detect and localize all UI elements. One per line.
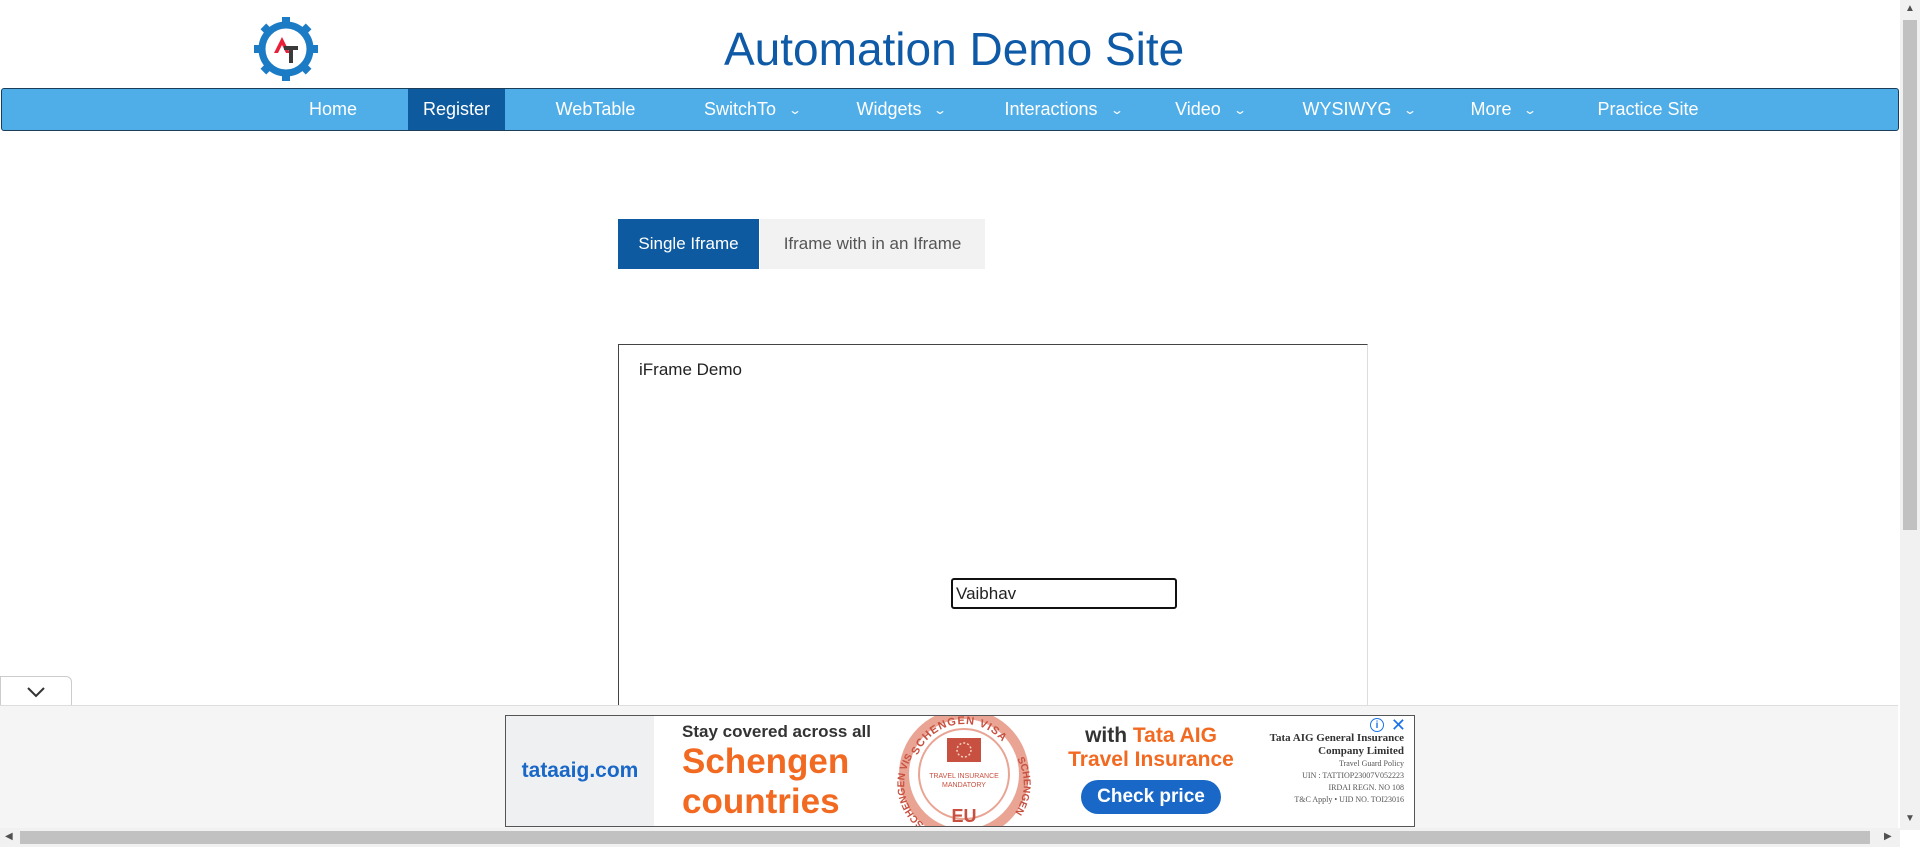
tab-single-iframe[interactable]: Single Iframe <box>618 219 759 269</box>
svg-text:SCHENGEN: SCHENGEN <box>1012 755 1032 817</box>
ad-collapse-toggle[interactable] <box>0 676 72 706</box>
nav-switchto[interactable]: SwitchTo ⌄ <box>692 89 812 130</box>
main-navbar: Home Register WebTable SwitchTo ⌄ Widgets… <box>1 88 1899 131</box>
ad-legal-policy: Travel Guard Policy <box>1338 759 1404 768</box>
ad-legal-company-2: Company Limited <box>1318 745 1404 757</box>
vertical-scroll-thumb[interactable] <box>1903 20 1917 530</box>
chevron-down-icon: ⌄ <box>1523 102 1538 117</box>
scroll-up-arrow-icon[interactable]: ▲ <box>1905 3 1915 14</box>
iframe-text-input[interactable] <box>951 578 1177 609</box>
ad-domain: tataaig.com <box>521 759 639 782</box>
ad-product: Travel Insurance <box>1068 748 1234 771</box>
chevron-down-icon <box>27 686 45 697</box>
nav-practice-site-label: Practice Site <box>1597 99 1699 119</box>
ad-headline: Stay covered across all Schengen countri… <box>682 722 912 822</box>
nav-widgets[interactable]: Widgets ⌄ <box>844 89 958 130</box>
vertical-scrollbar[interactable]: ▲ ▼ <box>1900 0 1920 830</box>
chevron-down-icon: ⌄ <box>787 102 803 117</box>
ad-domain-cell: tataaig.com <box>506 716 654 826</box>
nav-interactions[interactable]: Interactions ⌄ <box>992 89 1134 130</box>
site-title: Automation Demo Site <box>724 23 1185 75</box>
ad-check-price-button[interactable]: Check price <box>1081 780 1221 814</box>
iframe-title: iFrame Demo <box>639 360 742 379</box>
visa-stamp-icon: SCHENGEN VISA SCHENGEN VISA SCHENGEN TRA… <box>889 716 1032 826</box>
nav-home[interactable]: Home <box>292 89 374 130</box>
gear-logo-icon <box>254 17 318 81</box>
ad-close-icon[interactable]: ✕ <box>1391 716 1406 734</box>
ad-legal-uin: UIN : TATTIOP23007V052223 <box>1302 771 1404 780</box>
nav-more[interactable]: More ⌄ <box>1464 89 1542 130</box>
ad-line3: countries <box>682 782 840 821</box>
nav-video[interactable]: Video ⌄ <box>1166 89 1254 130</box>
nav-video-label: Video <box>1175 99 1221 119</box>
horizontal-scrollbar[interactable]: ◀ ▶ <box>0 828 1900 847</box>
ad-line1: Stay covered across all <box>682 722 872 741</box>
chevron-down-icon: ⌄ <box>933 102 948 117</box>
nav-webtable-label: WebTable <box>555 99 636 119</box>
ad-brand: Tata AIG <box>1132 724 1217 747</box>
ad-legal-tc: T&C Apply • UID NO. TOI23016 <box>1294 795 1404 804</box>
nav-home-label: Home <box>308 99 357 119</box>
nav-register[interactable]: Register <box>408 89 505 130</box>
chevron-down-icon: ⌄ <box>1109 102 1124 117</box>
scroll-right-arrow-icon[interactable]: ▶ <box>1884 831 1892 842</box>
chevron-down-icon: ⌄ <box>1232 102 1247 117</box>
nav-wysiwyg-label: WYSIWYG <box>1302 99 1392 119</box>
stamp-right-text: SCHENGEN <box>1012 755 1032 817</box>
ad-with-line: with Tata AIG <box>1051 724 1251 748</box>
nav-switchto-label: SwitchTo <box>703 99 776 119</box>
ad-legal-company-1: Tata AIG General Insurance <box>1269 732 1404 744</box>
ad-legal: Tata AIG General Insurance Company Limit… <box>1254 732 1404 806</box>
ad-with-prefix: with <box>1085 724 1133 747</box>
stamp-mid-text: TRAVEL INSURANCE <box>929 773 999 780</box>
nav-widgets-label: Widgets <box>856 99 922 119</box>
stamp-bottom-text: EU <box>951 806 976 826</box>
ad-info-icon[interactable]: i <box>1370 718 1384 732</box>
ad-line2: Schengen <box>682 742 850 781</box>
chevron-down-icon: ⌄ <box>1403 102 1418 117</box>
iframe-frame: iFrame Demo <box>618 344 1368 714</box>
scroll-down-arrow-icon[interactable]: ▼ <box>1905 813 1915 824</box>
horizontal-scroll-thumb[interactable] <box>20 831 1870 844</box>
tab-iframe-within-iframe[interactable]: Iframe with in an Iframe <box>760 219 985 269</box>
nav-more-label: More <box>1470 99 1512 119</box>
nav-webtable[interactable]: WebTable <box>537 89 654 130</box>
stamp-mid2-text: MANDATORY <box>942 782 986 789</box>
nav-register-label: Register <box>422 99 491 119</box>
ad-middle: with Tata AIG Travel Insurance Check pri… <box>1051 724 1251 814</box>
ad-legal-irdai: IRDAI REGN. NO 108 <box>1328 783 1404 792</box>
ad-banner[interactable]: tataaig.com Stay covered across all Sche… <box>505 715 1415 827</box>
scroll-left-arrow-icon[interactable]: ◀ <box>5 831 13 842</box>
nav-wysiwyg[interactable]: WYSIWYG ⌄ <box>1294 89 1424 130</box>
nav-practice-site[interactable]: Practice Site <box>1586 89 1710 130</box>
nav-interactions-label: Interactions <box>1004 99 1098 119</box>
